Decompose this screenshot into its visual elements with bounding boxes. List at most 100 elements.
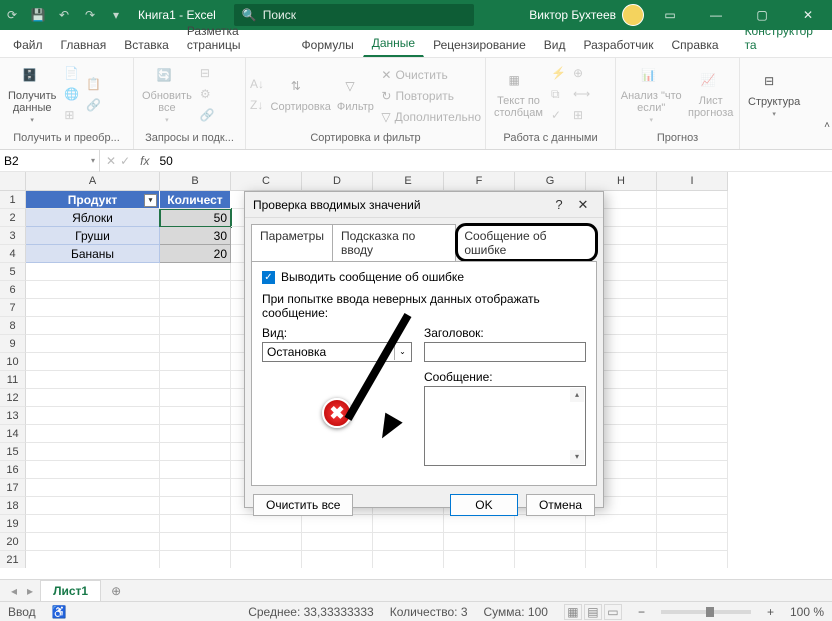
cell[interactable] [657, 515, 728, 533]
sheet-nav-prev-icon[interactable]: ◂ [8, 584, 20, 598]
autosave-icon[interactable]: ⟳ [0, 0, 24, 30]
show-error-checkbox[interactable]: ✓ [262, 271, 275, 284]
cell[interactable] [160, 551, 231, 568]
tab-formulas[interactable]: Формулы [293, 31, 363, 57]
tab-input-message[interactable]: Подсказка по вводу [333, 224, 456, 261]
row-header[interactable]: 10 [0, 353, 26, 371]
view-normal-icon[interactable]: ▦ [564, 604, 582, 620]
cancel-formula-icon[interactable]: ✕ [106, 154, 116, 168]
cell[interactable] [657, 353, 728, 371]
cell[interactable] [657, 191, 728, 209]
row-header[interactable]: 20 [0, 533, 26, 551]
properties-icon[interactable]: ⚙ [200, 87, 218, 105]
cell[interactable] [160, 407, 231, 425]
cell[interactable] [26, 299, 160, 317]
cell[interactable] [160, 263, 231, 281]
cancel-button[interactable]: Отмена [526, 494, 595, 516]
cell[interactable]: Количест [160, 191, 231, 209]
enter-formula-icon[interactable]: ✓ [120, 154, 130, 168]
scroll-up-icon[interactable]: ▴ [570, 388, 584, 402]
sheet-tab[interactable]: Лист1 [40, 580, 101, 601]
collapse-ribbon-icon[interactable]: ˄ [824, 120, 830, 131]
row-header[interactable]: 1 [0, 191, 26, 209]
forecast-button[interactable]: 📈 Лист прогноза [686, 71, 735, 121]
row-header[interactable]: 16 [0, 461, 26, 479]
zoom-slider[interactable] [661, 610, 751, 614]
row-header[interactable]: 3 [0, 227, 26, 245]
error-title-input[interactable] [424, 342, 586, 362]
filter-dropdown-icon[interactable]: ▾ [144, 194, 157, 207]
cell[interactable] [231, 551, 302, 568]
cell[interactable] [160, 461, 231, 479]
data-model-icon[interactable]: ⊞ [573, 108, 591, 126]
cell[interactable] [657, 299, 728, 317]
cell[interactable] [373, 551, 444, 568]
cell[interactable] [26, 281, 160, 299]
save-icon[interactable]: 💾 [26, 0, 50, 30]
cell[interactable] [657, 371, 728, 389]
tab-home[interactable]: Главная [52, 31, 116, 57]
row-header[interactable]: 17 [0, 479, 26, 497]
row-header[interactable]: 19 [0, 515, 26, 533]
cell[interactable] [26, 497, 160, 515]
cell[interactable] [160, 335, 231, 353]
tab-developer[interactable]: Разработчик [575, 31, 663, 57]
cell[interactable] [160, 515, 231, 533]
cell[interactable] [657, 281, 728, 299]
row-header[interactable]: 18 [0, 497, 26, 515]
tab-parameters[interactable]: Параметры [251, 224, 333, 261]
row-header[interactable]: 11 [0, 371, 26, 389]
zoom-in-icon[interactable]: + [767, 605, 774, 619]
relationships-icon[interactable]: ⟷ [573, 87, 591, 105]
cell[interactable] [444, 533, 515, 551]
cell[interactable] [26, 353, 160, 371]
cell[interactable] [657, 479, 728, 497]
cell[interactable] [515, 551, 586, 568]
cell[interactable] [160, 443, 231, 461]
ok-button[interactable]: OK [450, 494, 518, 516]
cell[interactable] [586, 551, 657, 568]
col-header[interactable]: A [26, 172, 160, 191]
avatar[interactable] [622, 4, 644, 26]
cell[interactable] [160, 281, 231, 299]
row-header[interactable]: 2 [0, 209, 26, 227]
cell[interactable] [657, 533, 728, 551]
redo-icon[interactable]: ↷ [78, 0, 102, 30]
cell[interactable] [160, 479, 231, 497]
cell[interactable] [26, 479, 160, 497]
flash-fill-icon[interactable]: ⚡ [551, 66, 569, 84]
cell[interactable] [657, 461, 728, 479]
sheet-nav-next-icon[interactable]: ▸ [24, 584, 36, 598]
cell[interactable] [657, 317, 728, 335]
cell[interactable] [26, 317, 160, 335]
cell[interactable] [657, 497, 728, 515]
zoom-out-icon[interactable]: − [638, 605, 645, 619]
reapply-button[interactable]: ↻Повторить [381, 87, 481, 105]
filter-button[interactable]: ▽ Фильтр [333, 77, 377, 115]
cell[interactable] [26, 425, 160, 443]
col-header[interactable]: H [586, 172, 657, 191]
tab-review[interactable]: Рецензирование [424, 31, 535, 57]
formula-input[interactable]: 50 [153, 154, 832, 168]
row-header[interactable]: 4 [0, 245, 26, 263]
cell[interactable] [657, 443, 728, 461]
clear-all-button[interactable]: Очистить все [253, 494, 353, 516]
tab-help[interactable]: Справка [662, 31, 727, 57]
from-web-icon[interactable]: 🌐 [64, 87, 82, 105]
cell[interactable] [657, 407, 728, 425]
col-header[interactable]: F [444, 172, 515, 191]
row-header[interactable]: 12 [0, 389, 26, 407]
sort-button[interactable]: ⇅ Сортировка [272, 77, 329, 115]
remove-dup-icon[interactable]: ⧉ [551, 87, 569, 105]
error-message-textarea[interactable]: ▴ ▾ [424, 386, 586, 466]
cell[interactable] [160, 389, 231, 407]
refresh-all-button[interactable]: 🔄 Обновить все ▾ [138, 66, 196, 126]
ribbon-opts-icon[interactable]: ▭ [650, 0, 690, 30]
close-icon[interactable]: ✕ [788, 0, 828, 30]
row-header[interactable]: 8 [0, 317, 26, 335]
clear-filter-button[interactable]: ✕Очистить [381, 66, 481, 84]
outline-button[interactable]: ⊟ Структура ▾ [744, 72, 804, 120]
col-header[interactable]: B [160, 172, 231, 191]
row-header[interactable]: 13 [0, 407, 26, 425]
cell[interactable]: 20 [160, 245, 231, 263]
